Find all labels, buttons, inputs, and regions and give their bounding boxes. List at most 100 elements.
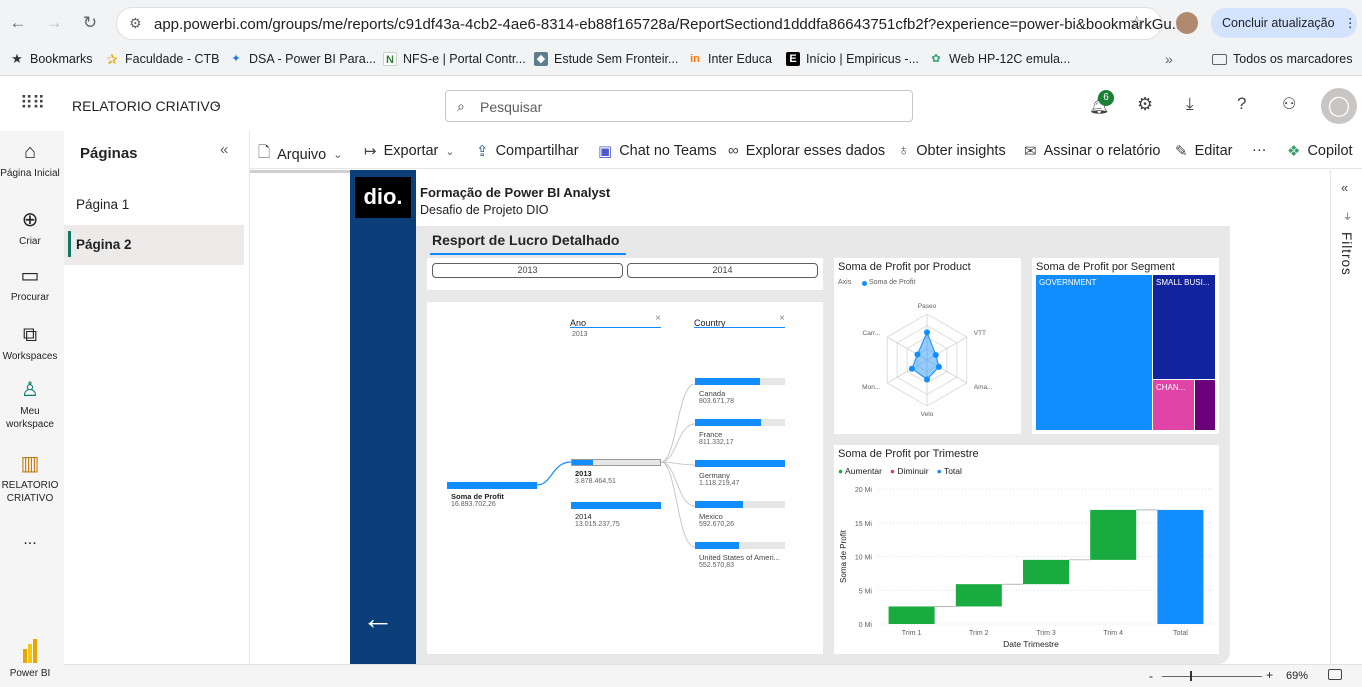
bookmark-item[interactable]: ◆ Estude Sem Fronteir... [534,52,678,66]
file-menu[interactable]: 🗋︎ Arquivo ⌄ [258,142,342,167]
copilot-button[interactable]: ❖ Copilot [1287,142,1353,160]
update-button[interactable]: Concluir atualização ⋮ [1211,8,1357,38]
fit-page-icon[interactable] [1328,669,1342,680]
radar-point[interactable] [935,363,942,370]
app-launcher-icon[interactable]: ⠿⠿ [20,93,45,114]
country-bar-track[interactable] [695,460,785,467]
back-arrow-icon[interactable]: ← [362,600,394,637]
radar-point[interactable] [932,351,939,358]
subscribe-button[interactable]: ✉ Assinar o relatório [1024,142,1160,160]
treemap-tile-other[interactable] [1195,380,1215,430]
folder-icon [1212,53,1227,65]
bookmark-item[interactable]: E Início | Empiricus -... [786,52,919,66]
account-icon[interactable]: ◯ [1321,88,1357,124]
zoom-in-button[interactable]: + [1266,668,1273,682]
waterfall-bar[interactable] [888,606,935,624]
download-icon[interactable]: ⤓ [1186,94,1194,114]
zoom-slider[interactable] [1162,676,1262,677]
report-name[interactable]: RELATORIO CRIATIVO [72,98,221,114]
feedback-icon[interactable]: ⚇ [1282,94,1296,114]
back-icon[interactable]: ← [8,13,28,33]
chevron-down-icon: ⌄ [333,149,343,161]
bookmark-item[interactable]: ✿ Web HP-12C emula... [929,52,1070,66]
treemap-tile-small-business[interactable]: SMALL BUSI... [1153,275,1215,379]
url-text: app.powerbi.com/groups/me/reports/c91df4… [154,16,1185,33]
nav-powerbi[interactable]: Power BI [0,639,60,680]
waterfall-bar[interactable] [1157,509,1204,624]
nav-create[interactable]: ⊕ Criar [0,209,60,248]
teams-icon: ▣ [598,143,613,160]
decomposition-tree: Ano × 2013 Country × Soma de Profit 16.8… [427,302,823,654]
treemap-tile-government[interactable]: GOVERNMENT [1036,275,1152,430]
search-input[interactable]: ⌕ Pesquisar [445,90,913,122]
insights-button[interactable]: ♁ Obter insights [898,142,1006,159]
bookmark-item[interactable]: ★ Bookmarks [10,52,92,67]
country-label: Canada [699,389,726,398]
bookmark-item[interactable]: ✦ DSA - Power BI Para... [229,52,376,66]
y-axis-label: Soma de Profit [839,529,848,583]
nav-home[interactable]: ⌂ Página Inicial [0,141,60,180]
zoom-thumb[interactable] [1190,671,1192,681]
collapse-icon[interactable]: « [220,141,228,158]
teams-button[interactable]: ▣ Chat no Teams [598,142,716,160]
country-value: 1.118.219,47 [699,480,740,487]
inter-icon: in [690,53,700,65]
explore-button[interactable]: ∞ Explorar esses dados [728,142,885,159]
bookmark-item[interactable]: ✰ Faculdade - CTB [105,52,219,66]
country-bar-track[interactable] [695,378,785,385]
year-bar-track[interactable] [571,459,661,466]
report-subtitle: Desafio de Projeto DIO [420,203,549,217]
address-bar[interactable]: ⚙ app.powerbi.com/groups/me/reports/c91d… [116,7,1184,40]
country-bar-track[interactable] [695,501,785,508]
year-bar-track[interactable] [571,502,661,509]
treemap-tile-channel[interactable]: CHAN... [1153,380,1194,430]
site-info-icon[interactable]: ⚙ [129,15,142,32]
binoculars-icon: ∞ [728,142,739,159]
slicer-button[interactable]: 2013 [432,263,623,278]
more-bookmarks-icon[interactable]: » [1165,51,1173,67]
radar-point[interactable] [914,351,921,358]
nav-browse[interactable]: ▭ Procurar [0,265,60,304]
nav-workspaces[interactable]: ⧉ Workspaces [0,324,60,363]
subscribe-icon: ✉ [1024,143,1037,160]
x-tick-label: Trim 4 [1103,630,1123,637]
country-bar-track[interactable] [695,419,785,426]
page-item[interactable]: Página 1 [64,185,244,223]
year-value: 13.015.237,75 [575,521,620,528]
search-icon: ⌕ [457,98,465,114]
radar-point[interactable] [924,376,930,383]
copilot-icon: ❖ [1287,143,1301,160]
bookmark-star-icon[interactable]: ☆ [1129,13,1144,33]
help-icon[interactable]: ? [1237,94,1246,114]
reload-icon[interactable]: ↻ [80,13,100,33]
forward-icon[interactable]: → [44,13,64,33]
y-tick-label: 20 Mi [855,487,873,494]
country-bar-track[interactable] [695,542,785,549]
avatar[interactable] [1176,12,1198,34]
zoom-out-button[interactable]: - [1149,669,1153,683]
edit-button[interactable]: ✎ Editar [1175,142,1232,160]
chevron-down-icon[interactable]: ⌄ [212,96,222,110]
slicer-button[interactable]: 2014 [627,263,818,278]
waterfall-bar[interactable] [1090,509,1137,560]
radar-axis-label: Mon... [862,384,880,391]
bookmark-item[interactable]: N NFS-e | Portal Contr... [383,52,526,66]
more-options-button[interactable]: ··· [1252,142,1267,158]
waterfall-bar[interactable] [1023,559,1069,585]
share-button[interactable]: ⇪ Compartilhar [476,142,579,160]
bookmarks-bar: ★ Bookmarks ✰ Faculdade - CTB ✦ DSA - Power… [0,46,1362,76]
export-menu[interactable]: ↦ Exportar ⌄ [364,142,455,160]
radar-point[interactable] [924,329,930,336]
bookmark-item[interactable]: in Inter Educa [688,52,772,66]
page-item-selected[interactable]: Página 2 [64,225,244,265]
filters-pane[interactable]: « ⏚ Filtros [1330,170,1362,664]
radar-point[interactable] [908,365,915,372]
root-bar[interactable] [447,482,537,489]
nav-my-workspace[interactable]: ♙ Meu workspace [0,379,60,431]
nav-more[interactable]: ... [0,532,60,548]
expand-icon[interactable]: « [1341,180,1348,195]
waterfall-bar[interactable] [955,584,1002,607]
all-bookmarks[interactable]: Todos os marcadores [1212,52,1353,66]
nav-report[interactable]: ▥ RELATORIO CRIATIVO [0,453,60,505]
gear-icon[interactable]: ⚙ [1137,94,1153,115]
